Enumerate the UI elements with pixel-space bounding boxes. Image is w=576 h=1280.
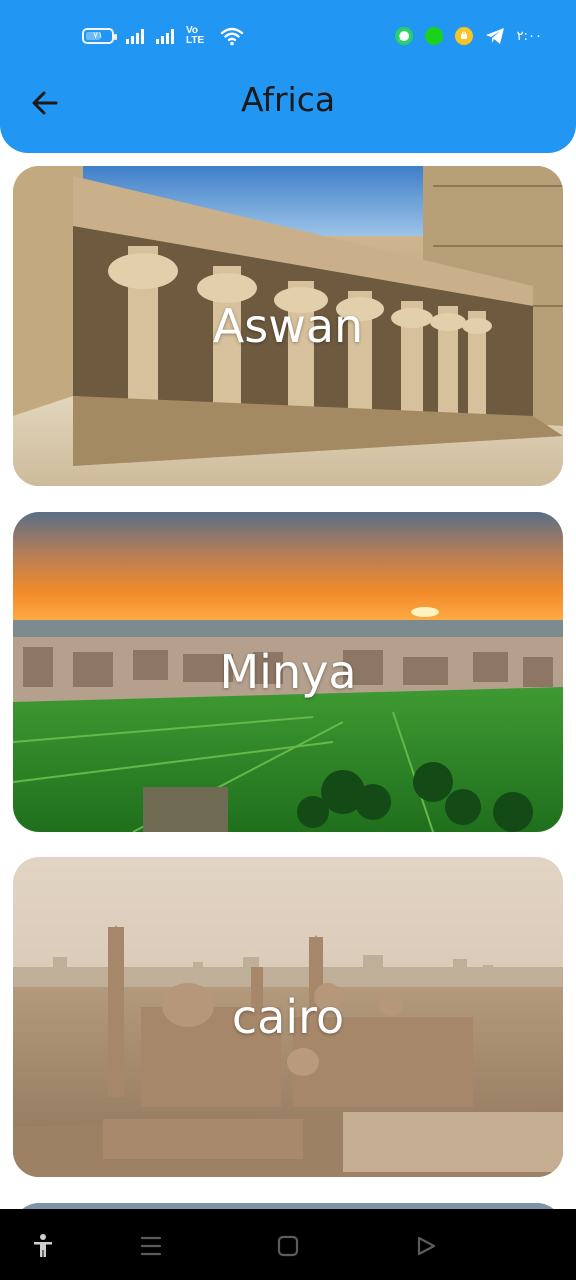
header: ٧١ Vo LTE ٢:٠٠ Africa xyxy=(0,0,576,153)
yellow-app-notification-icon xyxy=(454,27,473,45)
home-button[interactable] xyxy=(273,1231,303,1261)
home-icon xyxy=(277,1235,299,1257)
app-root: ٧١ Vo LTE ٢:٠٠ Africa Aswan Minya cairo xyxy=(0,0,576,1280)
battery-level: ٧١ xyxy=(93,31,103,41)
app-bar: Africa xyxy=(0,72,576,134)
status-left: ٧١ Vo LTE xyxy=(82,24,244,48)
recent-apps-button[interactable] xyxy=(136,1231,166,1261)
city-name-aswan: Aswan xyxy=(212,299,364,353)
menu-icon xyxy=(140,1236,162,1256)
battery-icon: ٧١ xyxy=(82,28,117,44)
signal-sim1-icon xyxy=(126,28,144,44)
clock: ٢:٠٠ xyxy=(516,28,542,44)
city-card-aswan[interactable]: Aswan xyxy=(13,166,563,486)
city-card-cairo[interactable]: cairo xyxy=(13,857,563,1177)
system-nav-bar xyxy=(0,1209,576,1280)
green-dot-notification-icon xyxy=(424,27,443,45)
city-name-cairo: cairo xyxy=(231,990,345,1044)
accessibility-button[interactable] xyxy=(28,1231,58,1261)
status-bar: ٧١ Vo LTE ٢:٠٠ xyxy=(0,0,576,72)
status-right: ٢:٠٠ xyxy=(394,24,542,48)
page-title: Africa xyxy=(240,80,336,119)
volte-indicator: Vo LTE xyxy=(186,25,205,46)
signal-sim2-icon xyxy=(156,28,174,44)
back-triangle-icon xyxy=(417,1236,436,1256)
city-name-minya: Minya xyxy=(219,645,357,699)
accessibility-icon xyxy=(34,1234,52,1257)
wifi-icon xyxy=(220,27,244,46)
city-card-minya[interactable]: Minya xyxy=(13,512,563,832)
whatsapp-notification-icon xyxy=(394,27,413,45)
system-back-button[interactable] xyxy=(411,1231,441,1261)
telegram-notification-icon xyxy=(485,28,504,44)
